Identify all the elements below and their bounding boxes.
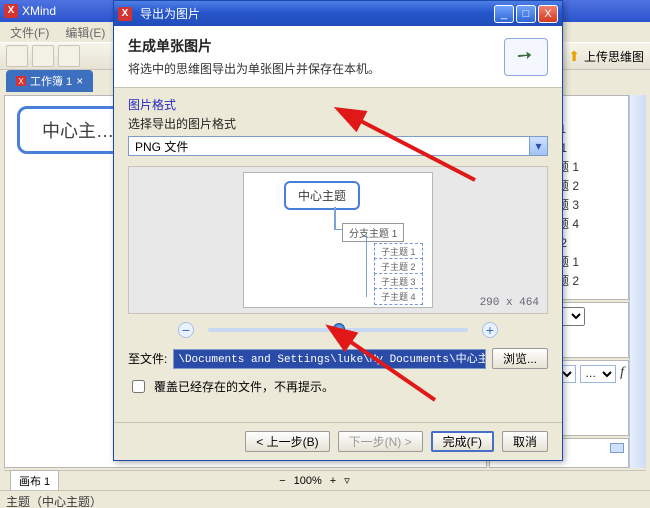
dialog-footer: < 上一步(B) 下一步(N) > 完成(F) 取消 xyxy=(114,422,562,460)
italic-icon[interactable]: f xyxy=(620,365,624,383)
sheet-tab[interactable]: 画布 1 xyxy=(10,470,59,491)
overwrite-label: 覆盖已经存在的文件，不再提示。 xyxy=(154,378,334,395)
format-section-label: 图片格式 xyxy=(128,96,548,113)
zoom-out-button[interactable]: − xyxy=(178,322,194,338)
upload-label[interactable]: 上传思维图 xyxy=(584,48,644,65)
status-bar: 主题（中心主题） xyxy=(0,490,650,508)
zoom-out-icon[interactable]: − xyxy=(279,475,285,487)
export-dialog: X 导出为图片 _ □ X 生成单张图片 将选中的思维图导出为单张图片并保存在本机… xyxy=(113,0,563,461)
toolbar-button[interactable] xyxy=(6,45,28,67)
preview-sheet: 中心主题 分支主题 1 子主题 1 子主题 2 子主题 3 子主题 4 xyxy=(243,172,433,308)
maximize-button[interactable]: □ xyxy=(516,5,536,23)
chevron-down-icon[interactable]: ▾ xyxy=(529,137,547,155)
preview-branch-node: 分支主题 1 xyxy=(342,223,404,242)
zoom-dropdown-icon[interactable]: ▿ xyxy=(344,474,350,487)
zoom-slider-row: − + xyxy=(128,322,548,338)
zoom-slider[interactable] xyxy=(208,328,468,332)
dialog-subheading: 将选中的思维图导出为单张图片并保存在本机。 xyxy=(128,60,504,77)
app-logo-icon: X xyxy=(4,4,18,18)
tab-icon: X xyxy=(16,76,26,86)
upload-icon: ⬆ xyxy=(568,48,580,65)
workbook-tab[interactable]: X 工作簿 1 × xyxy=(6,70,93,92)
dialog-heading: 生成单张图片 xyxy=(128,36,504,56)
toolbar-button[interactable] xyxy=(58,45,80,67)
font-size-select[interactable]: … xyxy=(580,365,616,383)
tab-close-icon[interactable]: × xyxy=(76,74,83,88)
format-value: PNG 文件 xyxy=(129,138,529,155)
dialog-titlebar[interactable]: X 导出为图片 _ □ X xyxy=(114,1,562,26)
preview-area: 中心主题 分支主题 1 子主题 1 子主题 2 子主题 3 子主题 4 290 … xyxy=(128,166,548,314)
main-title: XMind xyxy=(22,4,56,18)
file-path-input[interactable]: \Documents and Settings\luke\My Document… xyxy=(173,349,486,369)
zoom-in-button[interactable]: + xyxy=(482,322,498,338)
browse-button[interactable]: 浏览... xyxy=(492,348,548,369)
dialog-header: 生成单张图片 将选中的思维图导出为单张图片并保存在本机。 ➚ xyxy=(114,26,562,88)
zoom-in-icon[interactable]: + xyxy=(330,475,336,487)
shape-swatch-icon[interactable] xyxy=(610,443,624,453)
toolbar-button[interactable] xyxy=(32,45,54,67)
tab-label: 工作簿 1 xyxy=(30,73,72,89)
export-icon: ➚ xyxy=(504,38,548,76)
format-combobox[interactable]: PNG 文件 ▾ xyxy=(128,136,548,156)
close-button[interactable]: X xyxy=(538,5,558,23)
dialog-title: 导出为图片 xyxy=(140,5,200,22)
file-label: 至文件: xyxy=(128,350,167,367)
menu-edit[interactable]: 编辑(E) xyxy=(59,22,111,43)
overwrite-row: 覆盖已经存在的文件，不再提示。 xyxy=(128,377,548,396)
zoom-value: 100% xyxy=(294,475,322,487)
vertical-scrollbar[interactable] xyxy=(629,95,646,468)
next-button: 下一步(N) > xyxy=(338,431,423,452)
finish-button[interactable]: 完成(F) xyxy=(431,431,494,452)
overwrite-checkbox[interactable] xyxy=(132,380,145,393)
zoom-controls: − 100% + ▿ xyxy=(279,474,350,487)
dialog-logo-icon: X xyxy=(118,7,132,21)
cancel-button[interactable]: 取消 xyxy=(502,431,548,452)
preview-center-node: 中心主题 xyxy=(284,181,360,210)
file-row: 至文件: \Documents and Settings\luke\My Doc… xyxy=(128,348,548,369)
bottom-bar: 画布 1 − 100% + ▿ xyxy=(4,470,646,490)
slider-knob[interactable] xyxy=(333,323,345,335)
preview-sub-node: 子主题 4 xyxy=(374,288,423,305)
menu-file[interactable]: 文件(F) xyxy=(4,22,55,43)
back-button[interactable]: < 上一步(B) xyxy=(245,431,329,452)
minimize-button[interactable]: _ xyxy=(494,5,514,23)
format-hint: 选择导出的图片格式 xyxy=(128,115,548,132)
preview-dimensions: 290 x 464 xyxy=(480,297,539,309)
